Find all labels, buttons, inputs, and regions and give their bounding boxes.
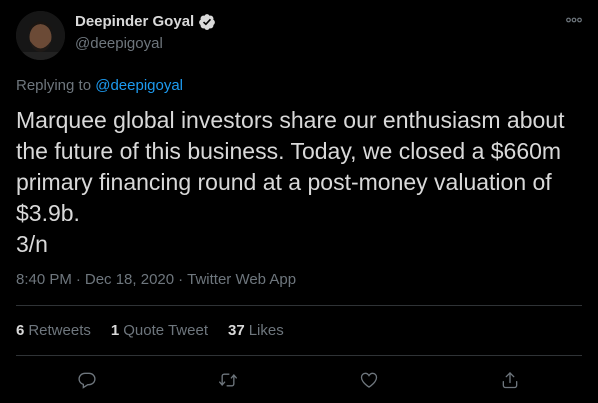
author-handle[interactable]: @deepigoyal	[75, 35, 163, 53]
retweet-icon[interactable]	[216, 368, 240, 392]
tweet-meta: 8:40 PM · Dec 18, 2020 · Twitter Web App	[16, 271, 296, 289]
replying-to-label: Replying to	[16, 77, 96, 94]
tweet-stats: 6 Retweets 1 Quote Tweet 37 Likes	[16, 322, 284, 340]
meta-separator: ·	[75, 271, 81, 288]
verified-badge-icon	[198, 13, 216, 31]
retweets-count: 6	[16, 322, 25, 339]
tweet-text: Marquee global investors share our enthu…	[16, 107, 565, 257]
tweet-detail: Deepinder Goyal @deepigoyal Replying to …	[0, 0, 598, 403]
likes-stat[interactable]: 37 Likes	[228, 322, 284, 340]
tweet-date[interactable]: Dec 18, 2020	[85, 271, 174, 289]
likes-label: Likes	[248, 322, 284, 339]
quote-tweets-label: Quote Tweet	[123, 322, 208, 339]
retweets-stat[interactable]: 6 Retweets	[16, 322, 91, 340]
more-icon[interactable]	[564, 10, 584, 30]
reply-icon[interactable]	[75, 368, 99, 392]
share-icon[interactable]	[498, 368, 522, 392]
heart-icon[interactable]	[357, 368, 381, 392]
avatar[interactable]	[16, 11, 65, 60]
tweet-source[interactable]: Twitter Web App	[187, 271, 296, 289]
tweet-time[interactable]: 8:40 PM	[16, 271, 72, 289]
divider	[16, 305, 582, 306]
tweet-actions	[0, 368, 598, 392]
replying-to: Replying to @deepigoyal	[16, 77, 183, 95]
retweets-label: Retweets	[28, 322, 91, 339]
replying-to-mention[interactable]: @deepigoyal	[95, 77, 183, 94]
author-display-name[interactable]: Deepinder Goyal	[75, 13, 194, 31]
meta-separator: ·	[178, 271, 184, 288]
quote-tweets-stat[interactable]: 1 Quote Tweet	[111, 322, 208, 340]
quote-tweets-count: 1	[110, 322, 120, 339]
likes-count: 37	[228, 322, 245, 339]
divider	[16, 355, 582, 356]
